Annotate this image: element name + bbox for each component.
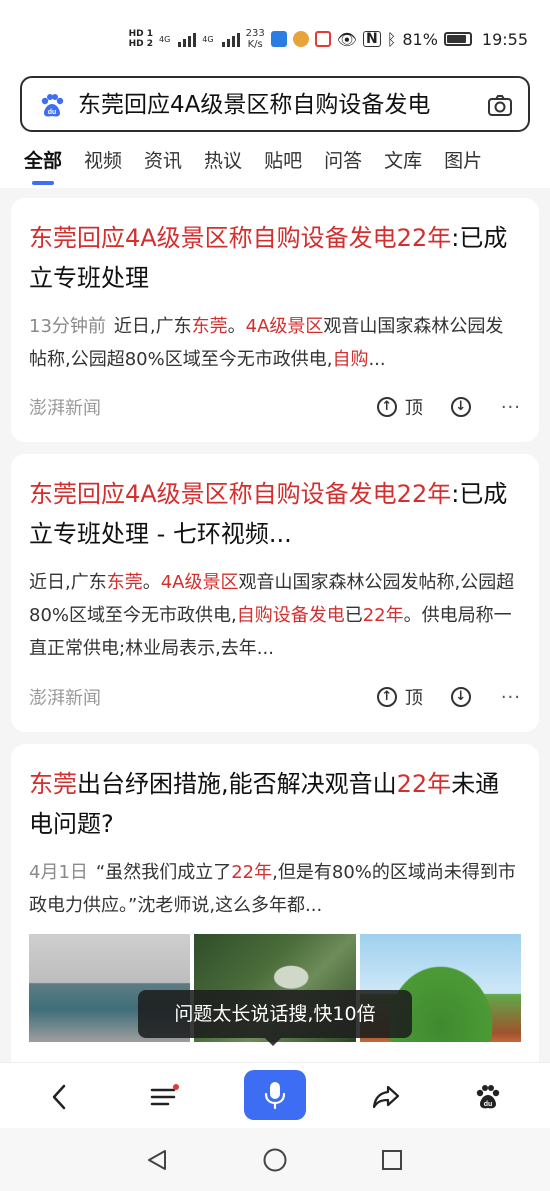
more-options-icon[interactable]: ···: [501, 397, 521, 418]
net1-label: 4G: [159, 34, 171, 44]
app-notification-icon: [314, 31, 331, 47]
battery-percent: 81%: [402, 29, 438, 49]
result-source[interactable]: 澎湃新闻: [29, 684, 101, 710]
result-title[interactable]: 东莞出台纾困措施,能否解决观音山22年未通电问题?: [29, 764, 521, 844]
baidu-home-button[interactable]: du: [468, 1077, 508, 1117]
voice-search-toast: 问题太长说话搜,快10倍: [138, 990, 412, 1038]
snippet-highlight: 自购设备发电: [236, 605, 345, 626]
result-snippet: 近日,广东东莞。4A级景区观音山国家森林公园发帖称,公园超80%区域至今无市政供…: [29, 566, 521, 665]
signal-icon: [178, 31, 197, 47]
result-time: 13分钟前: [29, 316, 106, 337]
snippet-highlight: 自购: [332, 349, 369, 370]
speed-value: 233: [245, 28, 265, 39]
snippet-text: 近日,广东: [29, 572, 107, 593]
tab-tieba[interactable]: 贴吧: [264, 146, 302, 173]
title-highlight[interactable]: 22年: [397, 770, 452, 798]
menu-button[interactable]: [144, 1077, 184, 1117]
tab-all[interactable]: 全部: [24, 146, 62, 173]
title-highlight[interactable]: 东莞: [29, 770, 77, 798]
clock: 19:55: [481, 29, 528, 49]
result-footer: 澎湃新闻 ↑ 顶 ↓ ···: [29, 394, 521, 420]
snippet-highlight: 东莞: [191, 316, 228, 337]
nav-recents-icon[interactable]: [380, 1148, 404, 1172]
tab-qa[interactable]: 问答: [324, 146, 362, 173]
result-source[interactable]: 澎湃新闻: [29, 394, 101, 420]
baidu-paw-icon: du: [41, 94, 64, 117]
nav-back-icon[interactable]: [145, 1148, 169, 1172]
result-time: 4月1日: [29, 862, 88, 883]
nav-home-icon[interactable]: [262, 1147, 288, 1173]
bluetooth-icon: ᛒ: [386, 29, 397, 49]
search-box[interactable]: du 东莞回应4A级景区称自购设备发电: [20, 76, 530, 132]
search-input[interactable]: 东莞回应4A级景区称自购设备发电: [78, 90, 464, 120]
snippet-text: 近日,广东: [113, 316, 192, 337]
system-nav-bar: [0, 1128, 550, 1191]
share-icon: [372, 1085, 400, 1109]
tab-wenku[interactable]: 文库: [384, 146, 422, 173]
downvote-icon[interactable]: ↓: [450, 687, 471, 707]
back-button[interactable]: [40, 1077, 80, 1117]
downvote-icon[interactable]: ↓: [450, 397, 471, 417]
share-button[interactable]: [366, 1077, 406, 1117]
status-bar: HD 1 HD 2 4G 4G 233 K/s 👁 N ᛒ 81% 19:55: [0, 20, 550, 60]
svg-text:du: du: [48, 109, 57, 116]
toast-arrow: [265, 1038, 281, 1046]
upvote-label[interactable]: 顶: [405, 394, 423, 420]
upvote-label[interactable]: 顶: [405, 684, 423, 710]
app-notification-icon: [292, 31, 309, 47]
menu-icon: [150, 1084, 179, 1106]
snippet-text: 。: [142, 572, 161, 593]
net-speed: 233 K/s: [246, 28, 265, 50]
snippet-text: 。: [227, 316, 246, 337]
speed-unit: K/s: [247, 39, 263, 50]
baidu-paw-icon: du: [476, 1085, 500, 1109]
search-tabs: 全部 视频 资讯 热议 贴吧 问答 文库 图片: [24, 146, 482, 173]
tab-hot[interactable]: 热议: [204, 146, 242, 173]
result-snippet: 13分钟前 近日,广东东莞。4A级景区观音山国家森林公园发帖称,公园超80%区域至…: [29, 310, 521, 376]
top-area: HD 1 HD 2 4G 4G 233 K/s 👁 N ᛒ 81% 19:55: [0, 0, 550, 188]
snippet-text: ...: [368, 349, 386, 370]
camera-icon[interactable]: [486, 92, 514, 120]
result-card[interactable]: 东莞回应4A级景区称自购设备发电22年:已成立专班处理 13分钟前 近日,广东东莞…: [11, 198, 539, 442]
voice-search-button[interactable]: [244, 1070, 306, 1120]
battery-icon: [443, 32, 472, 46]
svg-text:du: du: [484, 1101, 493, 1108]
app-notification-icon: [270, 31, 287, 47]
tab-images[interactable]: 图片: [444, 146, 482, 173]
mic-icon: [264, 1082, 286, 1110]
result-actions: ↑ 顶 ↓ ···: [376, 684, 521, 710]
hd2-label: HD 2: [128, 39, 153, 49]
snippet-highlight: 东莞: [106, 572, 143, 593]
snippet-highlight: 4A级景区: [160, 572, 239, 593]
tab-news[interactable]: 资讯: [144, 146, 182, 173]
title-text[interactable]: 出台纾困措施,能否解决观音山: [77, 770, 397, 798]
title-highlight[interactable]: 东莞回应4A级景区称自购设备发电22年: [29, 480, 451, 508]
snippet-highlight: 22年: [362, 605, 404, 626]
result-actions: ↑ 顶 ↓ ···: [376, 394, 521, 420]
nfc-icon: N: [363, 31, 381, 47]
upvote-icon[interactable]: ↑: [376, 397, 397, 417]
snippet-text: “虽然我们成立了: [95, 862, 232, 883]
result-card[interactable]: 东莞回应4A级景区称自购设备发电22年:已成立专班处理 - 七环视频... 近日…: [11, 454, 539, 732]
snippet-text: 已: [344, 605, 363, 626]
result-snippet: 4月1日 “虽然我们成立了22年,但是有80%的区域尚未得到市政电力供应。”沈老师…: [29, 856, 521, 922]
title-highlight[interactable]: 东莞回应4A级景区称自购设备发电22年: [29, 224, 451, 252]
result-title[interactable]: 东莞回应4A级景区称自购设备发电22年:已成立专班处理 - 七环视频...: [29, 474, 521, 554]
hd1-label: HD 1: [128, 29, 153, 39]
snippet-highlight: 22年: [231, 862, 273, 883]
back-icon: [52, 1084, 66, 1110]
result-footer: 澎湃新闻 ↑ 顶 ↓ ···: [29, 684, 521, 710]
hd-indicator: HD 1 HD 2: [129, 29, 153, 49]
tab-video[interactable]: 视频: [84, 146, 122, 173]
net2-label: 4G: [202, 34, 214, 44]
more-options-icon[interactable]: ···: [501, 687, 521, 708]
snippet-highlight: 4A级景区: [245, 316, 324, 337]
signal-icon: [221, 31, 240, 47]
upvote-icon[interactable]: ↑: [376, 687, 397, 707]
active-tab-indicator: [32, 181, 54, 185]
eye-icon: 👁: [336, 29, 357, 49]
result-title[interactable]: 东莞回应4A级景区称自购设备发电22年:已成立专班处理: [29, 218, 521, 298]
